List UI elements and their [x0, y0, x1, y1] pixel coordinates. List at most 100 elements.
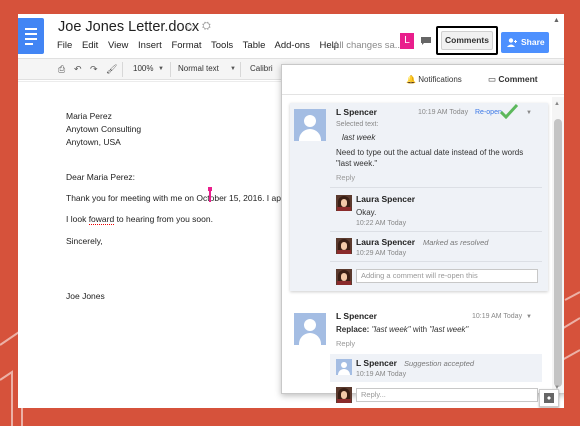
collapse-menu-icon[interactable]: ▲	[553, 17, 560, 24]
closing: Sincerely,	[66, 236, 103, 246]
menu-view[interactable]: View	[108, 40, 128, 51]
font-select[interactable]: Calibri	[250, 64, 273, 73]
comments-button[interactable]: Comments	[436, 26, 498, 55]
divider	[330, 187, 542, 188]
menu-tools[interactable]: Tools	[211, 40, 233, 51]
add-comment-button[interactable]: ▭ Comment	[488, 74, 538, 85]
chevron-down-icon[interactable]: ▼	[526, 110, 532, 116]
salutation: Dear Maria Perez:	[66, 172, 135, 182]
comment-body: Need to type out the actual date instead…	[336, 148, 524, 168]
paint-format-icon[interactable]: 🖌	[106, 64, 117, 75]
reopen-link[interactable]: Re-open	[475, 109, 502, 116]
notifications-button[interactable]: 🔔 Notifications	[406, 75, 462, 84]
chevron-down-icon[interactable]: ▼	[526, 314, 532, 320]
comment-thread-resolved[interactable]: L Spencer 10:19 AM Today Re-open ▼ Selec…	[290, 103, 548, 291]
reply-link[interactable]: Reply	[336, 339, 355, 348]
address-name: Maria Perez	[66, 111, 112, 121]
menu-format[interactable]: Format	[171, 40, 201, 51]
save-status[interactable]: All changes sa...	[333, 40, 403, 51]
misspelled-word[interactable]: foward	[88, 214, 115, 225]
docs-header: Joe Jones Letter.docx ☆ ⛭ File Edit View…	[18, 14, 564, 58]
print-icon[interactable]: ⎙	[58, 64, 65, 75]
comments-panel-header: 🔔 Notifications ▭ Comment	[282, 65, 564, 95]
body-text-end: to hearing from you soon.	[114, 214, 213, 224]
body-paragraph-2: I look foward to hearing from you soon.	[66, 214, 213, 225]
toolbar-divider	[240, 62, 241, 77]
menu-file[interactable]: File	[57, 40, 72, 51]
menu-table[interactable]: Table	[243, 40, 266, 51]
explore-icon	[544, 393, 554, 403]
replace-label: Replace:	[336, 325, 370, 334]
google-docs-window: Joe Jones Letter.docx ☆ ⛭ File Edit View…	[18, 14, 564, 408]
avatar	[336, 269, 352, 285]
divider	[330, 261, 542, 262]
divider	[330, 231, 542, 232]
undo-icon[interactable]: ↶	[74, 64, 82, 75]
comment-icon: ▭	[488, 74, 497, 84]
document-title[interactable]: Joe Jones Letter.docx	[58, 19, 199, 35]
avatar	[336, 359, 352, 375]
star-icon[interactable]: ☆	[184, 19, 196, 35]
avatar	[336, 238, 352, 254]
comment-label: Comment	[498, 74, 538, 84]
suggestion-status: Suggestion accepted	[404, 359, 475, 368]
explore-button[interactable]	[539, 389, 559, 407]
address-city: Anytown, USA	[66, 137, 121, 147]
chevron-down-icon[interactable]: ▼	[158, 66, 164, 72]
avatar	[294, 109, 326, 141]
comment-thread-suggestion[interactable]: L Spencer 10:19 AM Today ▼ Replace: "las…	[290, 305, 548, 403]
reply-author: Laura Spencer	[356, 237, 416, 247]
chevron-down-icon[interactable]: ▼	[230, 66, 236, 72]
resolved-status: Marked as resolved	[423, 238, 489, 247]
panel-scrollbar-thumb[interactable]	[554, 119, 562, 387]
redo-icon[interactable]: ↷	[90, 64, 98, 75]
reply-time: 10:19 AM Today	[356, 371, 407, 378]
drive-folder-icon[interactable]: ⛭	[202, 20, 211, 33]
comments-panel: 🔔 Notifications ▭ Comment L Spencer 10:1…	[281, 64, 564, 403]
avatar	[294, 313, 326, 345]
collaborator-avatar[interactable]: L	[400, 33, 414, 49]
menu-insert[interactable]: Insert	[138, 40, 162, 51]
reply-time: 10:22 AM Today	[356, 220, 407, 227]
resolved-check-icon	[500, 103, 518, 119]
collaborator-cursor	[209, 190, 211, 202]
avatar	[336, 387, 352, 403]
suggestion-text: Replace: "last week" with "last week"	[336, 324, 546, 335]
comment-author: L Spencer	[336, 311, 377, 321]
scroll-up-icon[interactable]: ▲	[554, 101, 560, 107]
old-text: "last week"	[371, 325, 411, 334]
comment-time: 10:19 AM Today	[418, 109, 469, 116]
address-company: Anytown Consulting	[66, 124, 142, 134]
comment-author: L Spencer	[336, 107, 377, 117]
share-button-label: Share	[521, 37, 545, 47]
menu-bar: File Edit View Insert Format Tools Table…	[57, 40, 346, 51]
docs-logo-icon[interactable]	[18, 18, 44, 54]
reply-input[interactable]: Adding a comment will re-open this	[356, 269, 538, 283]
selected-text: last week	[342, 133, 376, 142]
notifications-label: Notifications	[418, 75, 462, 84]
zoom-select[interactable]: 100%	[133, 64, 153, 73]
comment-time: 10:19 AM Today	[472, 313, 523, 320]
reply-time: 10:29 AM Today	[356, 250, 407, 257]
comments-button-label: Comments	[441, 31, 493, 50]
share-person-icon	[507, 38, 517, 47]
new-text: "last week"	[429, 325, 469, 334]
style-select[interactable]: Normal text	[178, 64, 219, 73]
share-button[interactable]: Share	[501, 32, 549, 53]
chat-icon[interactable]	[420, 36, 432, 46]
bell-icon: 🔔	[406, 75, 416, 84]
body-paragraph-1: Thank you for meeting with me on October…	[66, 193, 298, 203]
reply-link[interactable]: Reply	[336, 173, 355, 182]
toolbar-divider	[122, 62, 123, 77]
body-text-start: I look	[66, 214, 89, 224]
reply-text: Okay.	[356, 208, 377, 217]
toolbar-divider	[170, 62, 171, 77]
menu-edit[interactable]: Edit	[82, 40, 98, 51]
with-label: with	[412, 325, 428, 334]
avatar	[336, 195, 352, 211]
reply-author: L Spencer	[356, 358, 397, 368]
selected-text-label: Selected text:	[336, 121, 379, 128]
reply-input[interactable]: Reply...	[356, 388, 538, 402]
collaborator-cursor-flag	[208, 187, 212, 191]
menu-addons[interactable]: Add-ons	[275, 40, 310, 51]
